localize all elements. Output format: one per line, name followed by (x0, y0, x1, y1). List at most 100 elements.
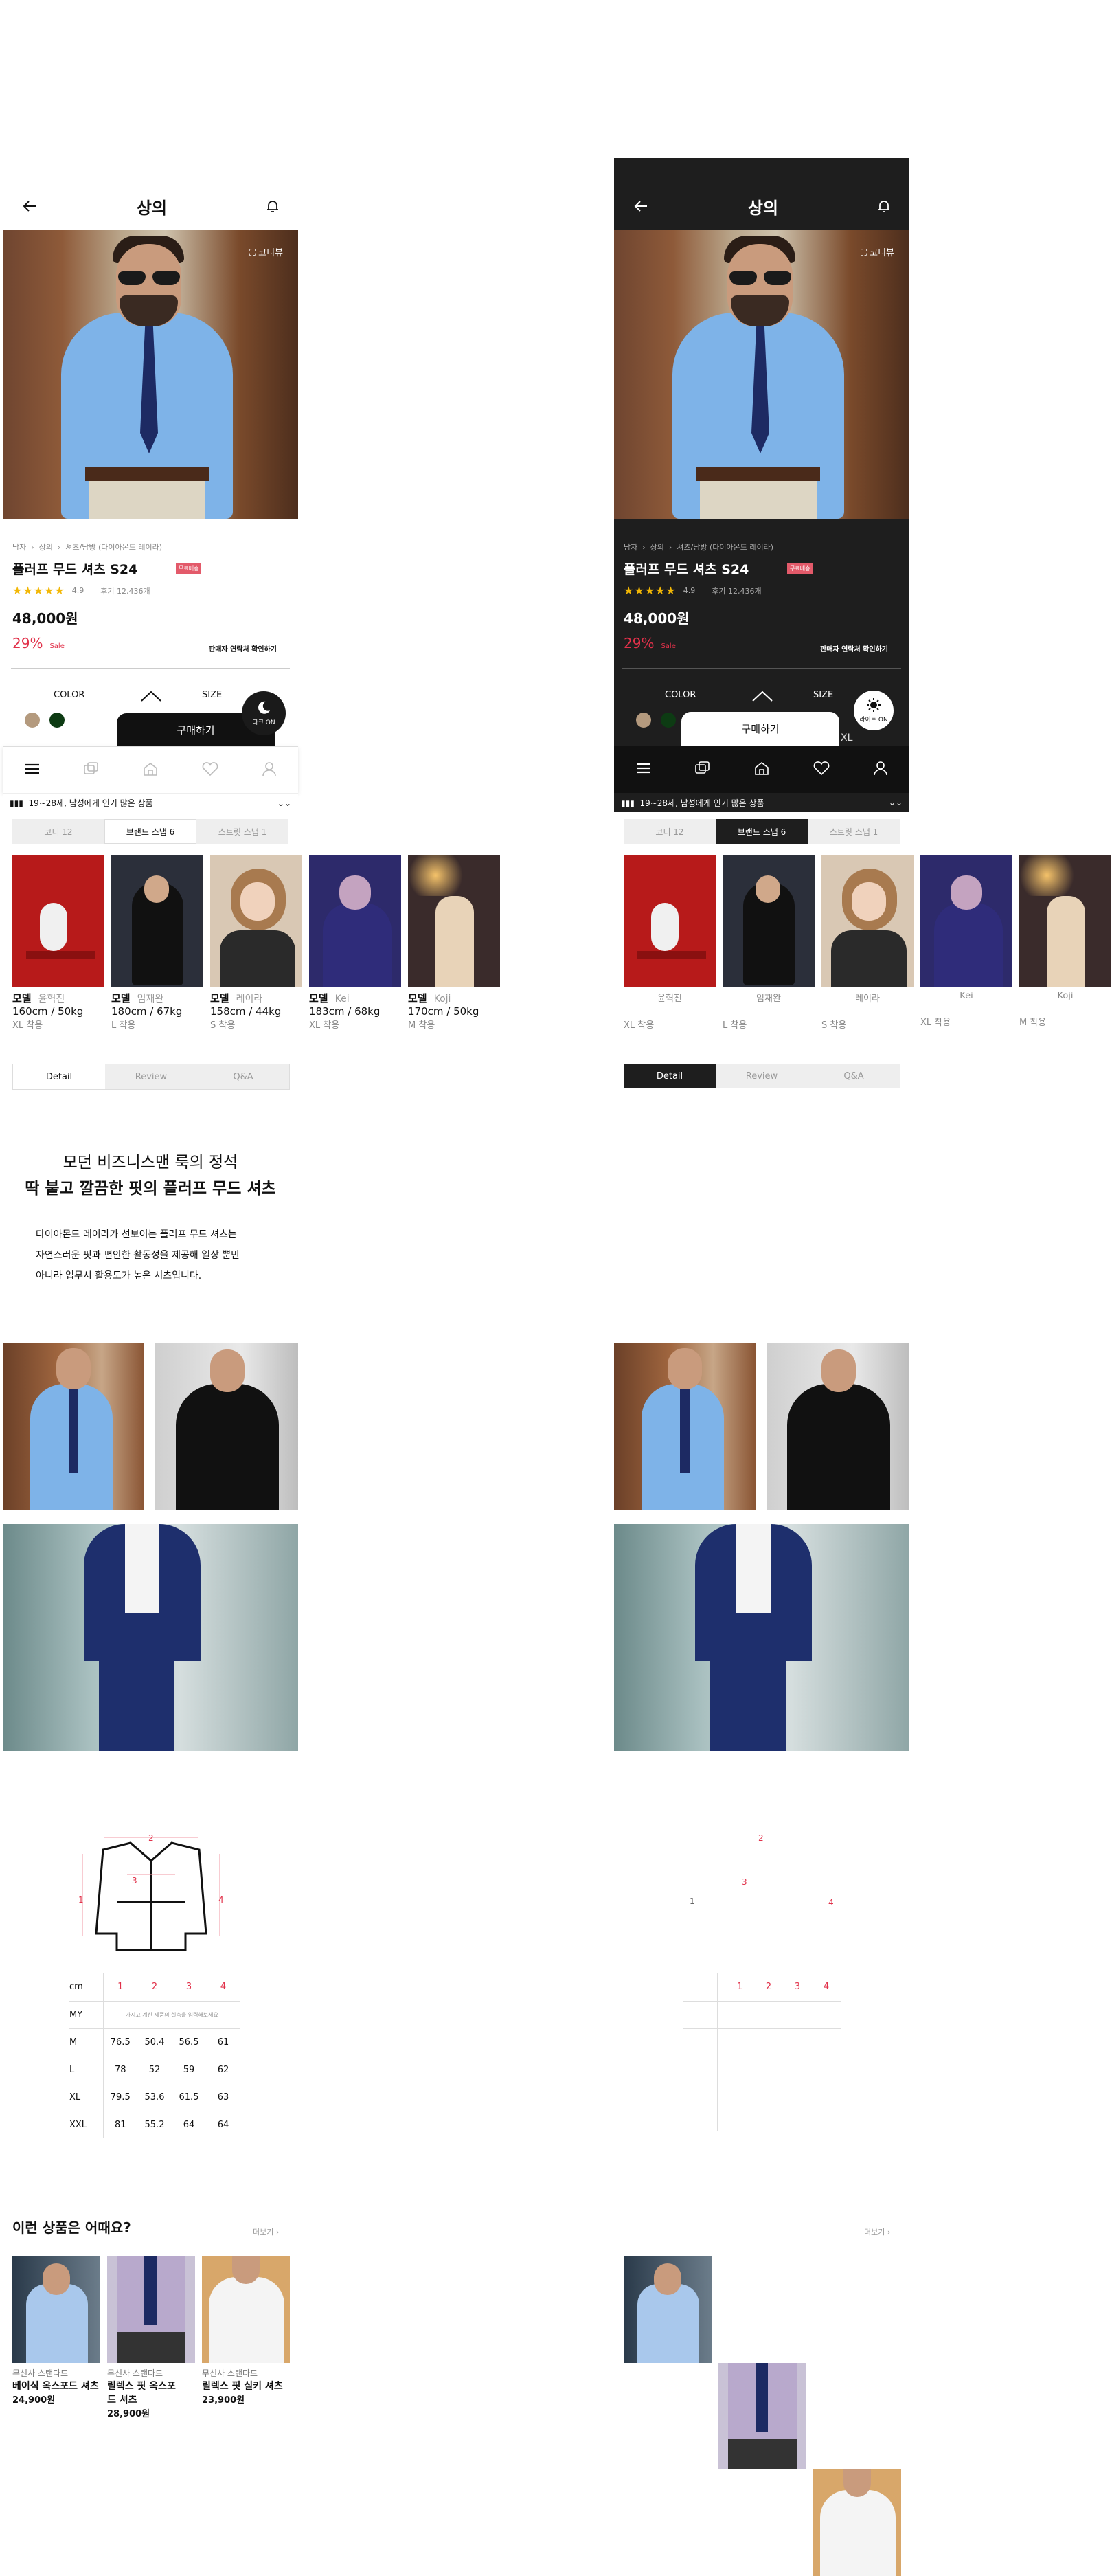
tab-street-snap[interactable]: 스트릿 스냅 1 (808, 819, 900, 844)
top-header: 상의 (3, 182, 298, 230)
model-photo (920, 855, 1012, 987)
top-header: 상의 (614, 182, 909, 230)
menu-icon[interactable] (24, 762, 41, 779)
model-card[interactable]: 윤혁진 XL 착용 (624, 855, 716, 1031)
model-label: 모델 (408, 992, 427, 1005)
model-nickname: 레이라 (855, 994, 880, 1004)
tab-qna[interactable]: Q&A (808, 1064, 900, 1088)
codi-view-button[interactable]: ⛶ 코디뷰 (861, 245, 894, 258)
intro-subtitle: 모던 비즈니스맨 룩의 정석 (63, 1154, 238, 1172)
tab-codi[interactable]: 코디 12 (624, 819, 716, 844)
tab-brand-snap[interactable]: 브랜드 스냅 6 (716, 819, 808, 844)
buy-button[interactable]: 구매하기 (681, 712, 839, 746)
product-hero-image: ⛶ 코디뷰 (614, 230, 909, 519)
light-mode-toggle[interactable]: 라이트 ON (852, 688, 896, 732)
my-size-input[interactable]: 가지고 계신 제품의 실측을 입력해보세요 (103, 2001, 240, 2029)
copy-icon[interactable] (694, 761, 711, 779)
user-icon[interactable] (873, 761, 888, 779)
model-card[interactable]: 모델 윤혁진 160cm / 50kg XL 착용 (12, 855, 104, 1031)
breadcrumb-item[interactable]: 상의 (39, 543, 53, 552)
breadcrumb-item[interactable]: 셔츠/남방 (다이아몬드 레이라) (677, 543, 773, 552)
model-card[interactable]: 모델 레이라 158cm / 44kg S 착용 (210, 855, 302, 1031)
collapse-chevron-icon[interactable] (751, 690, 773, 705)
product-price: 48,000원 (624, 610, 690, 627)
recommend-photo[interactable] (718, 2363, 806, 2469)
back-arrow-icon[interactable] (22, 199, 37, 214)
breadcrumb-item[interactable]: 남자 (624, 543, 637, 552)
tab-review[interactable]: Review (105, 1064, 197, 1089)
breadcrumb-item[interactable]: 남자 (12, 543, 26, 552)
color-swatch-beige[interactable] (25, 713, 40, 728)
discount-row: 29% Sale (12, 635, 65, 651)
bell-icon[interactable] (266, 199, 279, 213)
model-nickname: Koji (433, 994, 451, 1005)
heart-icon[interactable] (813, 761, 830, 779)
page-title: 상의 (136, 198, 168, 218)
color-swatch-beige[interactable] (636, 713, 651, 728)
collapse-chevron-icon[interactable] (140, 690, 162, 705)
color-swatch-green[interactable] (661, 713, 676, 728)
model-card[interactable]: 모델 Koji 170cm / 50kg M 착용 (408, 855, 500, 1031)
model-photo (821, 855, 914, 987)
tab-qna[interactable]: Q&A (197, 1064, 289, 1089)
home-icon[interactable] (142, 761, 159, 779)
breadcrumb-item[interactable]: 상의 (650, 543, 664, 552)
bell-icon[interactable] (878, 199, 890, 213)
style-tabs: 코디 12 브랜드 스냅 6 스트릿 스냅 1 (624, 819, 900, 844)
tab-brand-snap[interactable]: 브랜드 스냅 6 (104, 819, 196, 844)
model-card[interactable]: Koji M 착용 (1019, 855, 1111, 1028)
discount-row: 29% Sale (624, 635, 676, 651)
measure-mark: 3 (132, 1876, 137, 1885)
measure-mark: 4 (218, 1895, 224, 1905)
model-size: M 착용 (1019, 1018, 1047, 1028)
model-card[interactable]: 모델 Kei 183cm / 68kg XL 착용 (309, 855, 401, 1031)
recommend-photo (107, 2256, 195, 2363)
codi-view-button[interactable]: ⛶ 코디뷰 (249, 245, 283, 258)
back-arrow-icon[interactable] (633, 199, 648, 214)
recommend-card[interactable]: 무신사 스탠다드 베이식 옥스포드 셔츠 24,900원 (12, 2256, 100, 2406)
measure-mark: 3 (742, 1877, 747, 1887)
model-photo (723, 855, 815, 987)
model-stats: 170cm / 50kg (408, 1005, 479, 1018)
dark-mode-toggle[interactable]: 다크 ON (242, 691, 286, 735)
tab-detail[interactable]: Detail (13, 1064, 105, 1089)
more-link[interactable]: 더보기 › (864, 2226, 890, 2237)
model-nickname: 윤혁진 (38, 994, 65, 1005)
popular-ribbon: ▮▮▮ 19~28세, 남성에게 인기 많은 상품 ⌄⌄ (614, 793, 909, 812)
model-size: L 착용 (111, 1020, 136, 1031)
heart-icon[interactable] (201, 761, 219, 779)
copy-icon[interactable] (83, 761, 100, 779)
measure-mark: 2 (148, 1833, 154, 1843)
model-card[interactable]: Kei XL 착용 (920, 855, 1012, 1028)
seller-contact-link[interactable]: 판매자 연락처 확인하기 (820, 643, 888, 653)
recommend-card[interactable]: 무신사 스탠다드 릴렉스 핏 실키 셔츠 23,900원 (202, 2256, 290, 2406)
sale-label: Sale (49, 642, 65, 650)
color-swatch-green[interactable] (49, 713, 65, 728)
product-name: 플러프 무드 셔츠 S24 (624, 562, 749, 577)
review-count[interactable]: 후기 12,436개 (712, 585, 761, 596)
recommend-card[interactable]: 무신사 스탠다드 릴렉스 핏 옥스포드 셔츠 28,900원 (107, 2256, 195, 2419)
product-name: 플러프 무드 셔츠 S24 (12, 562, 138, 577)
more-link[interactable]: 더보기 › (253, 2226, 279, 2237)
tab-detail[interactable]: Detail (624, 1064, 716, 1088)
user-icon[interactable] (262, 761, 277, 779)
expand-double-chevron-icon[interactable]: ⌄⌄ (277, 798, 291, 808)
intro-description: 다이아몬드 레이라가 선보이는 플러프 무드 셔츠는 자연스러운 핏과 편안한 활… (36, 1229, 240, 1281)
home-icon[interactable] (753, 761, 770, 779)
tab-codi[interactable]: 코디 12 (12, 819, 104, 844)
model-card[interactable]: 레이라 S 착용 (821, 855, 914, 1031)
review-count[interactable]: 후기 12,436개 (100, 585, 150, 596)
sun-icon (866, 697, 881, 715)
expand-double-chevron-icon[interactable]: ⌄⌄ (889, 798, 903, 807)
menu-icon[interactable] (635, 761, 652, 778)
tab-street-snap[interactable]: 스트릿 스냅 1 (196, 819, 288, 844)
recommend-photo[interactable] (624, 2256, 712, 2363)
model-card[interactable]: 임재완 L 착용 (723, 855, 815, 1031)
seller-contact-link[interactable]: 판매자 연락처 확인하기 (209, 643, 277, 653)
model-card[interactable]: 모델 임재완 180cm / 67kg L 착용 (111, 855, 203, 1031)
breadcrumb-item[interactable]: 셔츠/남방 (다이아몬드 레이라) (65, 543, 162, 552)
tab-review[interactable]: Review (716, 1064, 808, 1088)
recommend-photo[interactable] (813, 2469, 901, 2576)
bottom-nav (614, 746, 909, 793)
model-label: 모델 (12, 992, 32, 1005)
